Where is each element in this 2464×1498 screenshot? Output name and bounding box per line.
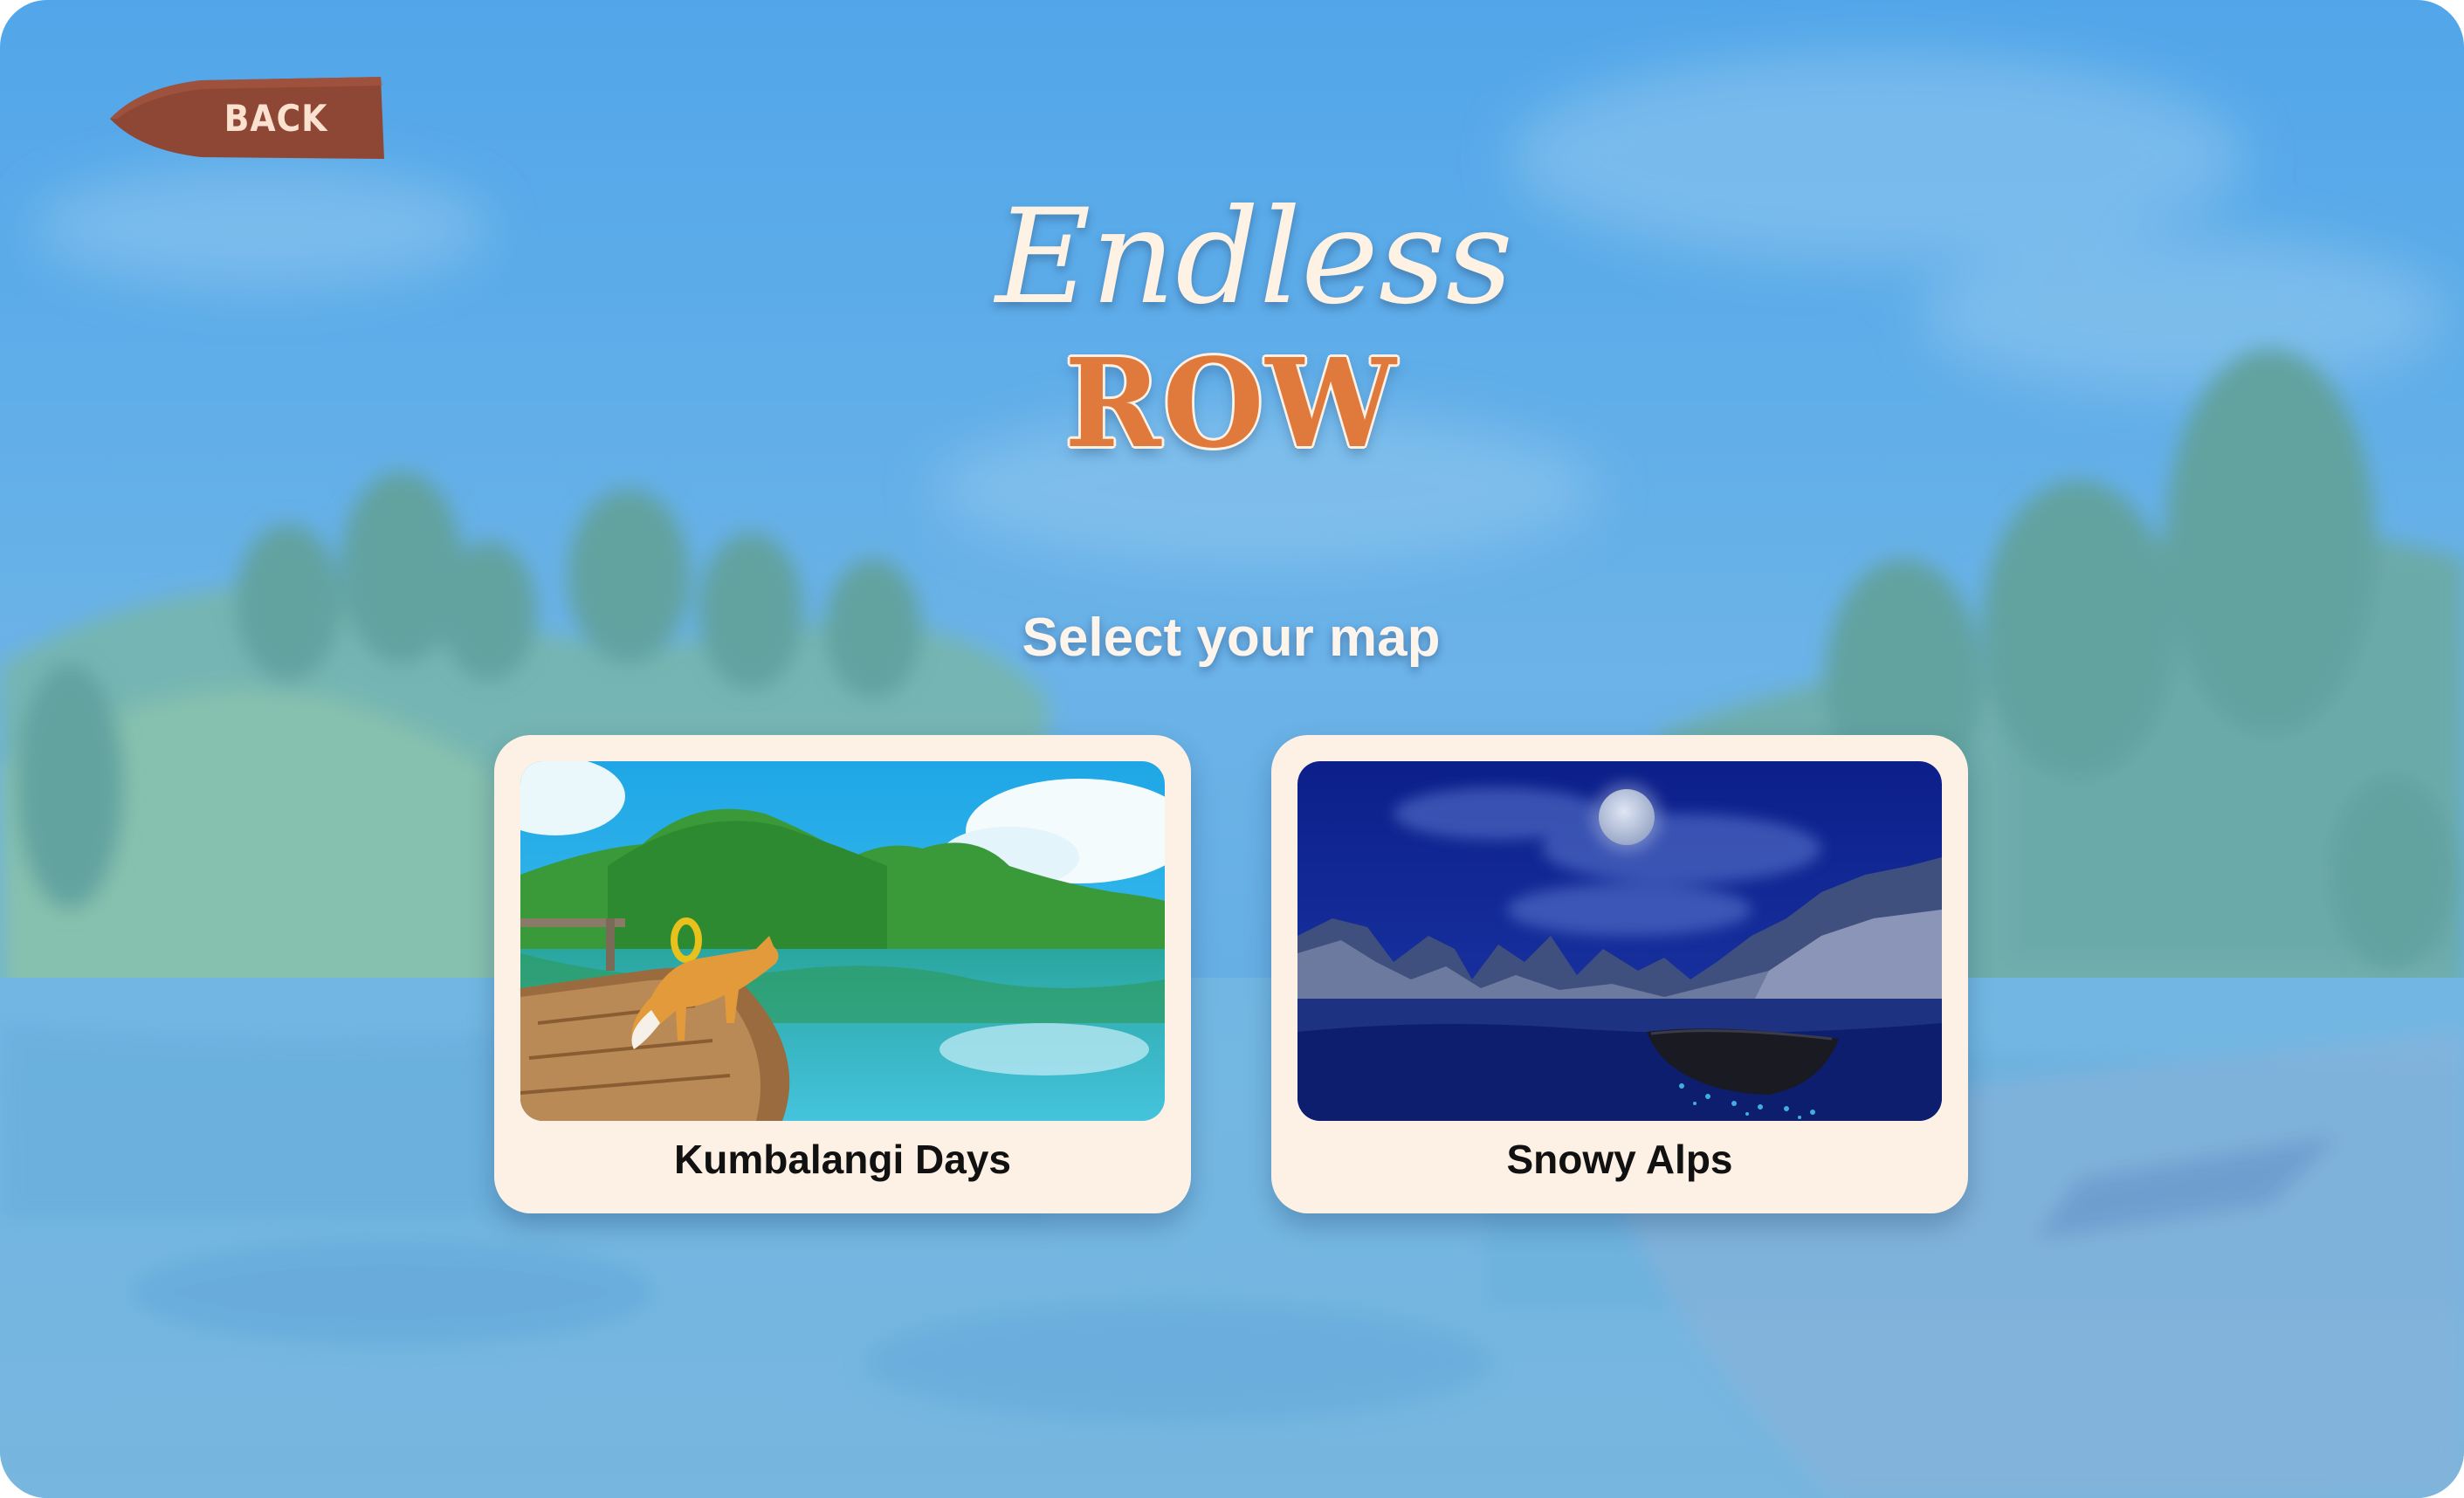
map-thumbnail-sunny-lake	[520, 761, 1165, 1121]
back-button[interactable]: BACK	[105, 75, 386, 162]
map-card-snowy-alps[interactable]: Snowy Alps	[1271, 735, 1968, 1213]
logo-title-block: ROW	[1064, 333, 1398, 476]
logo-title-script: Endless	[995, 182, 1513, 333]
map-name: Kumbalangi Days	[674, 1137, 1011, 1182]
back-button-label: BACK	[224, 97, 328, 140]
map-card-kumbalangi-days[interactable]: Kumbalangi Days	[494, 735, 1191, 1213]
map-thumbnail-moonlit-lake	[1297, 761, 1942, 1121]
map-name: Snowy Alps	[1506, 1137, 1733, 1182]
game-logo: Endless ROW	[995, 182, 1513, 480]
game-screen: BACK Endless ROW Select your map Kumbala…	[0, 0, 2464, 1498]
page-title: Select your map	[1022, 608, 1441, 668]
